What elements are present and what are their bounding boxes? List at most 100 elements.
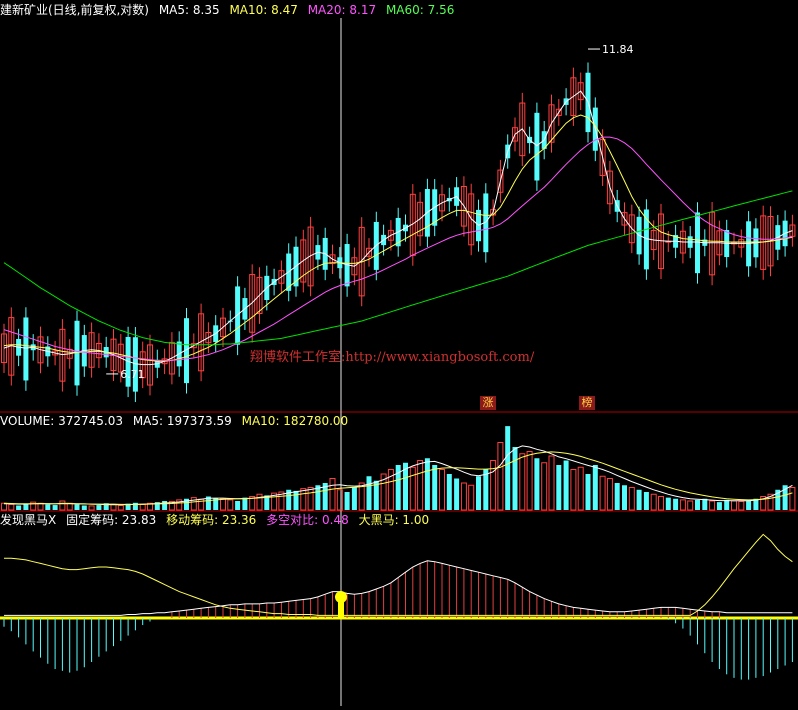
- zhang-tag: 涨: [480, 396, 496, 410]
- volume-bar: [622, 485, 627, 510]
- volume-bar: [351, 487, 357, 510]
- main-header: 建新矿业(日线,前复权,对数) MA5: 8.35 MA10: 8.47 MA2…: [0, 3, 460, 17]
- moving-chips-label: 移动筹码: 23.36: [166, 513, 257, 527]
- ma20-label: MA20: 8.17: [307, 3, 377, 17]
- ma60-label: MA60: 7.56: [385, 3, 455, 17]
- ma10-label: MA10: 8.47: [229, 3, 298, 17]
- volume-bar: [724, 499, 730, 510]
- volume-bar: [599, 475, 606, 511]
- volume-bar: [534, 458, 540, 510]
- volume-bar: [117, 505, 124, 511]
- volume-bar: [96, 505, 102, 510]
- volume-bar: [162, 501, 168, 510]
- candle-body: [23, 317, 29, 381]
- volume-bar: [88, 505, 95, 511]
- candle-body: [235, 286, 241, 345]
- volume-bar: [570, 469, 577, 511]
- volume-bar: [417, 460, 424, 511]
- volume-bar: [585, 474, 591, 510]
- volume-bar: [738, 500, 745, 511]
- zero-baseline: [0, 616, 798, 620]
- volume-bar: [45, 504, 51, 510]
- volume-bar: [23, 503, 29, 510]
- volume-bar: [789, 487, 796, 511]
- volume-bar: [548, 455, 555, 511]
- horse-label: 大黑马: 1.00: [358, 513, 430, 527]
- bang-tag: 榜: [579, 396, 595, 410]
- candle-body: [695, 212, 700, 274]
- volume-bar: [505, 426, 511, 510]
- volume-bar: [8, 503, 15, 511]
- volume-bar: [592, 465, 598, 510]
- volume-bar: [293, 490, 299, 510]
- volume-bar: [227, 499, 234, 511]
- volume-bar: [702, 498, 708, 510]
- volume-bar: [37, 502, 44, 511]
- volume-bar: [512, 447, 518, 510]
- volume-bar: [665, 497, 671, 510]
- volume-bar: [220, 498, 226, 511]
- volume-bar: [556, 465, 562, 510]
- volume-bar: [468, 484, 475, 511]
- volume-bar: [81, 505, 87, 510]
- volume-bar: [235, 501, 241, 510]
- volume-bar: [606, 478, 613, 511]
- volume-bar: [439, 469, 445, 511]
- volume-bar: [242, 497, 248, 510]
- volume-bar: [658, 496, 664, 511]
- volume-bar: [16, 505, 22, 510]
- volume-bar: [139, 503, 146, 511]
- volume-bar: [344, 492, 350, 510]
- vol-ma5-label: MA5: 197373.59: [132, 414, 232, 428]
- volume-bar: [329, 478, 336, 511]
- volume-bar: [541, 462, 548, 511]
- candle-body: [534, 112, 540, 181]
- watermark: 翔博软件工作室:http://www.xiangbosoft.com/: [250, 350, 535, 365]
- volume-bar: [424, 458, 430, 510]
- volume-bar: [614, 483, 620, 510]
- volume-bar: [409, 466, 416, 511]
- volume-bar: [650, 493, 657, 511]
- vol-ma10-label: MA10: 182780.00: [241, 414, 349, 428]
- volume-label: VOLUME: 372745.03: [0, 414, 123, 428]
- stock-title: 建新矿业(日线,前复权,对数): [0, 3, 149, 17]
- volume-bar: [687, 500, 694, 511]
- volume-bar: [636, 489, 642, 510]
- volume-header: VOLUME: 372745.03 MA5: 197373.59 MA10: 1…: [0, 414, 354, 428]
- indicator-title: 发现黑马X: [0, 513, 57, 527]
- volume-bar: [256, 493, 263, 511]
- volume-bar: [454, 478, 460, 510]
- volume-bar: [746, 500, 752, 510]
- ma5-label: MA5: 8.35: [158, 3, 220, 17]
- volume-bar: [307, 487, 314, 511]
- low-price-label: 6.71: [120, 368, 145, 381]
- volume-bar: [709, 500, 716, 511]
- chart-stage[interactable]: 11.84 6.71 建新矿业(日线,前复权,对数) MA5: 8.35 MA10…: [0, 0, 798, 706]
- ratio-label: 多空对比: 0.48: [266, 513, 349, 527]
- volume-bar: [643, 492, 649, 510]
- volume-bar: [731, 500, 737, 511]
- volume-bar: [628, 487, 635, 511]
- volume-bar: [74, 504, 80, 510]
- volume-bar: [483, 469, 489, 510]
- volume-bar: [336, 489, 343, 511]
- volume-bar: [300, 488, 307, 511]
- volume-bar: [52, 505, 58, 510]
- volume-bar: [716, 502, 722, 510]
- volume-bar: [519, 453, 526, 511]
- volume-bar: [366, 476, 372, 510]
- fixed-chips-label: 固定筹码: 23.83: [66, 513, 157, 527]
- volume-bar: [577, 466, 584, 511]
- volume-bar: [497, 442, 504, 511]
- volume-bar: [673, 498, 679, 510]
- volume-bar: [66, 502, 73, 511]
- volume-bar: [695, 499, 700, 510]
- volume-bar: [563, 460, 569, 510]
- volume-bar: [446, 474, 452, 510]
- volume-bar: [526, 451, 533, 511]
- volume-bar: [460, 482, 467, 511]
- indicator-header: 发现黑马X 固定筹码: 23.83 移动筹码: 23.36 多空对比: 0.48…: [0, 513, 435, 527]
- volume-bar: [679, 499, 686, 511]
- high-price-label: 11.84: [602, 43, 634, 56]
- volume-bar: [59, 500, 66, 511]
